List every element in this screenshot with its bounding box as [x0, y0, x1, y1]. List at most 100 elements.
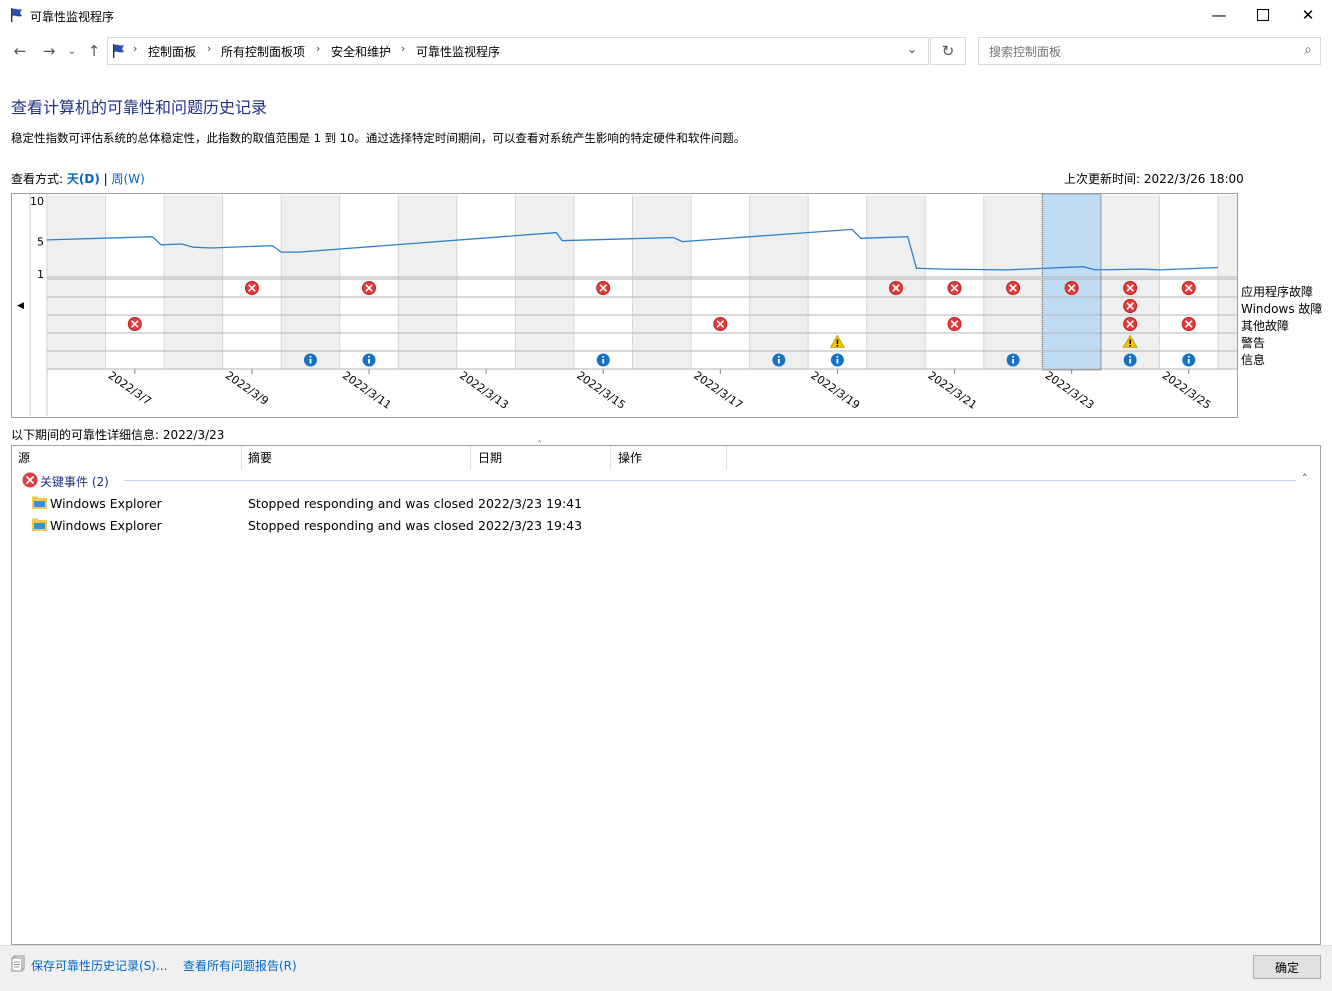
row-label-info: 信息 — [1241, 353, 1266, 367]
error-event-icon[interactable] — [1006, 281, 1021, 295]
column-divider[interactable] — [610, 446, 611, 470]
column-divider[interactable] — [726, 446, 727, 470]
ok-button[interactable]: 确定 — [1253, 955, 1321, 979]
title-bar — [0, 0, 1332, 32]
error-event-icon[interactable] — [1123, 317, 1138, 331]
minimize-icon: — — [1211, 6, 1227, 24]
save-history-link[interactable]: 保存可靠性历史记录(S)... — [31, 957, 167, 974]
info-event-icon[interactable] — [362, 353, 376, 367]
y-tick-label: 5 — [37, 236, 44, 249]
error-event-icon[interactable] — [244, 281, 259, 295]
error-event-icon[interactable] — [362, 281, 377, 295]
error-event-icon[interactable] — [947, 317, 962, 331]
back-button[interactable]: ← — [9, 40, 31, 62]
group-critical-events[interactable]: 关键事件 (2) — [40, 473, 109, 490]
date-tick-label: 2022/3/25 — [1160, 369, 1214, 412]
group-divider — [124, 480, 1296, 481]
info-event-icon[interactable] — [1182, 353, 1196, 367]
error-event-icon[interactable] — [713, 317, 728, 331]
scroll-left-icon[interactable]: ◀ — [17, 301, 24, 311]
row-label-windows-failure: Windows 故障 — [1241, 302, 1323, 316]
row-source[interactable]: Windows Explorer — [50, 518, 162, 533]
error-event-icon[interactable] — [1123, 281, 1138, 295]
error-event-icon[interactable] — [127, 317, 142, 331]
error-event-icon[interactable] — [1064, 281, 1079, 295]
info-event-icon[interactable] — [772, 353, 786, 367]
column-divider[interactable] — [470, 446, 471, 470]
day-column — [105, 195, 165, 369]
date-tick-label: 2022/3/15 — [574, 369, 628, 412]
view-week-link[interactable]: 周(W) — [112, 172, 145, 186]
arrow-right-icon: → — [42, 42, 56, 60]
collapse-group-icon[interactable]: ˄ — [1302, 472, 1308, 485]
last-update: 上次更新时间: 2022/3/26 18:00 — [1064, 170, 1244, 187]
view-problem-reports-link[interactable]: 查看所有问题报告(R) — [183, 957, 297, 974]
breadcrumb-separator: › — [401, 42, 406, 55]
sort-ascending-icon: ˄ — [537, 440, 542, 451]
error-event-icon[interactable] — [1181, 281, 1196, 295]
column-date[interactable]: 日期 — [478, 449, 502, 466]
info-event-icon[interactable] — [1123, 353, 1137, 367]
refresh-button[interactable]: ↻ — [930, 37, 966, 65]
day-column — [1218, 195, 1237, 369]
maximize-button[interactable] — [1240, 0, 1286, 30]
row-summary[interactable]: Stopped responding and was closed — [248, 496, 474, 511]
error-event-icon[interactable] — [596, 281, 611, 295]
error-event-icon[interactable] — [947, 281, 962, 295]
folder-icon — [32, 518, 47, 531]
row-date: 2022/3/23 19:43 — [478, 518, 583, 533]
date-tick-label: 2022/3/13 — [457, 369, 511, 412]
breadcrumb-security[interactable]: 安全和维护 — [331, 43, 391, 60]
day-column — [515, 195, 574, 369]
breadcrumb-separator: › — [316, 42, 321, 55]
info-event-icon[interactable] — [1006, 353, 1020, 367]
up-button[interactable]: ↑ — [83, 40, 105, 62]
day-column — [749, 195, 809, 369]
last-update-value: 2022/3/26 18:00 — [1143, 172, 1244, 186]
minimize-button[interactable]: — — [1196, 0, 1242, 30]
row-source[interactable]: Windows Explorer — [50, 496, 162, 511]
last-update-label: 上次更新时间: — [1064, 172, 1141, 186]
search-icon[interactable]: ⌕ — [1304, 42, 1312, 58]
row-label-app-failure: 应用程序故障 — [1241, 285, 1314, 299]
reliability-chart[interactable]: 10 5 1 2022/3/7 2022/3/9 2022/3/11 2022/3/13 20… — [12, 194, 1237, 417]
row-label-warning: 警告 — [1241, 336, 1266, 350]
arrow-left-icon: ← — [13, 42, 27, 60]
breadcrumb-control-panel[interactable]: 控制面板 — [148, 43, 196, 60]
address-dropdown-icon[interactable]: ⌄ — [907, 42, 917, 56]
forward-button[interactable]: → — [38, 40, 60, 62]
refresh-icon: ↻ — [941, 42, 955, 60]
error-event-icon[interactable] — [888, 281, 903, 295]
date-tick-label: 2022/3/11 — [340, 369, 394, 412]
search-box: ⌕ — [978, 37, 1321, 65]
row-summary[interactable]: Stopped responding and was closed — [248, 518, 474, 533]
day-column — [281, 195, 340, 369]
arrow-up-icon: ↑ — [87, 42, 101, 60]
column-action[interactable]: 操作 — [618, 449, 642, 466]
info-event-icon[interactable] — [303, 353, 317, 367]
column-divider[interactable] — [241, 446, 242, 470]
search-input[interactable] — [987, 39, 1291, 65]
view-day-link[interactable]: 天(D) — [67, 172, 100, 186]
error-event-icon[interactable] — [1181, 317, 1196, 331]
critical-event-icon — [22, 472, 38, 488]
y-tick-label: 1 — [37, 268, 44, 281]
column-source[interactable]: 源 — [18, 449, 30, 466]
day-column — [456, 195, 516, 369]
chevron-down-icon: ⌄ — [67, 45, 77, 57]
maximize-icon — [1257, 9, 1269, 21]
column-summary[interactable]: 摘要 — [248, 449, 272, 466]
day-column — [164, 195, 223, 369]
details-caption: 以下期间的可靠性详细信息: 2022/3/23 — [11, 428, 225, 442]
breadcrumb-reliability[interactable]: 可靠性监视程序 — [416, 43, 500, 60]
error-event-icon[interactable] — [1123, 299, 1138, 313]
close-icon: ✕ — [1301, 6, 1315, 24]
folder-icon — [32, 496, 47, 509]
date-tick-label: 2022/3/7 — [106, 369, 154, 408]
close-button[interactable]: ✕ — [1285, 0, 1331, 30]
recent-locations-button[interactable]: ⌄ — [64, 40, 80, 62]
breadcrumb-all-items[interactable]: 所有控制面板项 — [221, 43, 305, 60]
info-event-icon[interactable] — [596, 353, 610, 367]
info-event-icon[interactable] — [830, 353, 844, 367]
address-flag-icon — [113, 44, 124, 58]
